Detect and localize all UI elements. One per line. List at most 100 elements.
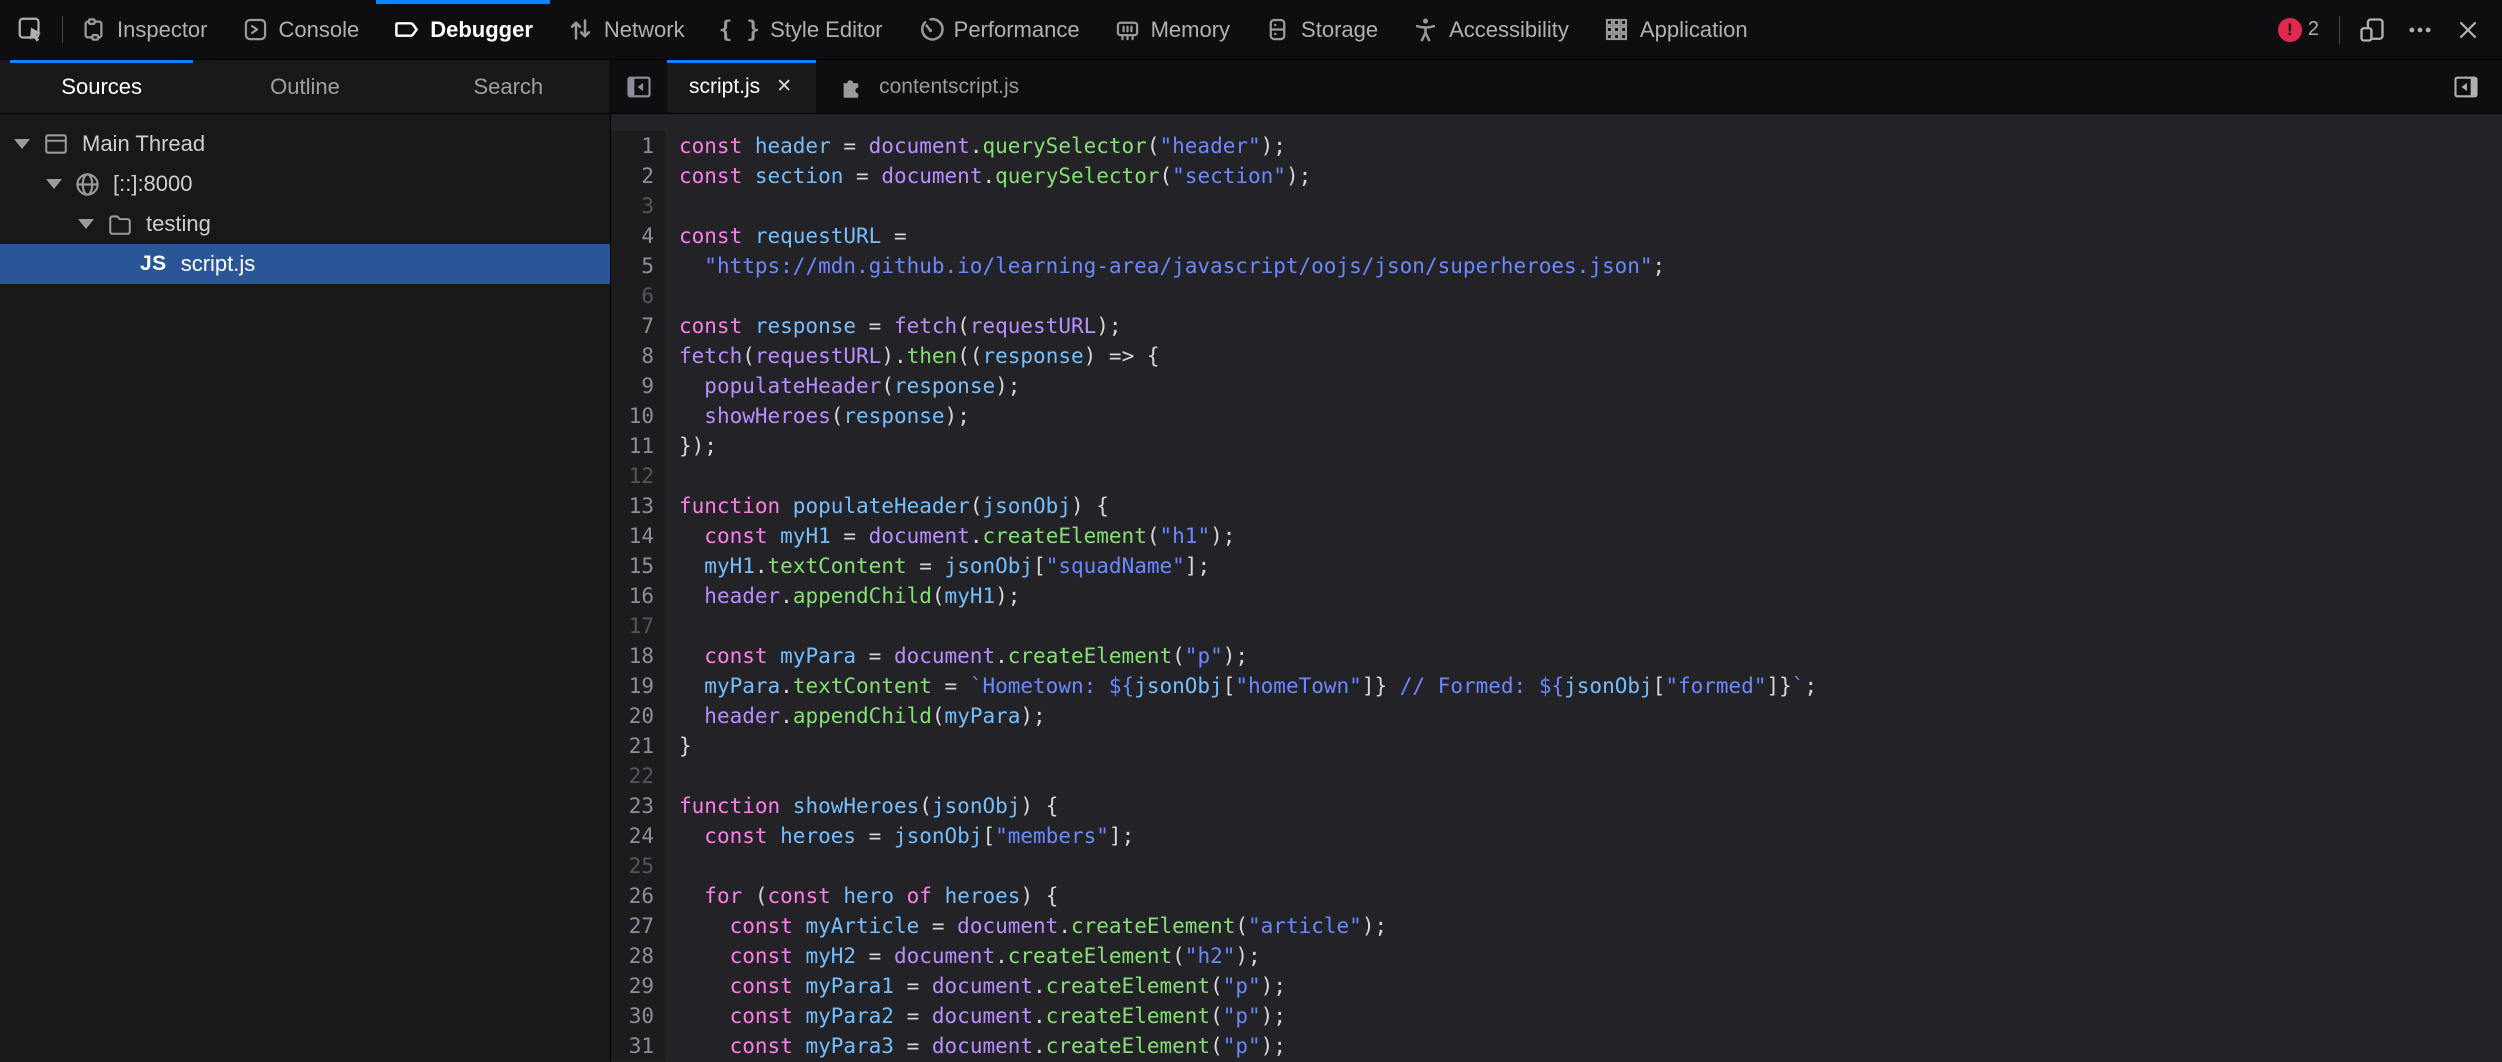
code-text[interactable]: for (const hero of heroes) {	[667, 881, 1058, 911]
code-text[interactable]: header.appendChild(myPara);	[667, 701, 1046, 731]
line-number[interactable]: 16	[611, 581, 667, 611]
line-number[interactable]: 31	[611, 1031, 667, 1061]
close-tab-icon[interactable]: ✕	[774, 73, 794, 100]
line-number[interactable]: 1	[611, 131, 667, 161]
chevron-down-icon[interactable]	[46, 179, 62, 189]
code-text[interactable]: const myPara2 = document.createElement("…	[667, 1001, 1286, 1031]
close-devtools-button[interactable]	[2444, 0, 2492, 60]
tab-search[interactable]: Search	[407, 60, 610, 113]
chevron-down-icon[interactable]	[78, 219, 94, 229]
code-text[interactable]	[667, 611, 679, 641]
code-text[interactable]	[667, 281, 679, 311]
code-text[interactable]	[667, 461, 679, 491]
line-number[interactable]: 19	[611, 671, 667, 701]
error-badge[interactable]: ! 2	[2266, 18, 2331, 42]
tab-accessibility[interactable]: Accessibility	[1395, 0, 1586, 59]
code-text[interactable]: const myPara1 = document.createElement("…	[667, 971, 1286, 1001]
code-text[interactable]	[667, 191, 679, 221]
code-text[interactable]: function showHeroes(jsonObj) {	[667, 791, 1058, 821]
pick-element-icon	[16, 15, 46, 45]
tab-console[interactable]: Console	[225, 0, 377, 59]
editor-tab-contentscript-js[interactable]: contentscript.js	[816, 60, 1041, 113]
line-number[interactable]: 22	[611, 761, 667, 791]
line-number[interactable]: 27	[611, 911, 667, 941]
tree-row-testing-folder[interactable]: testing	[0, 204, 610, 244]
line-number[interactable]: 4	[611, 221, 667, 251]
line-number[interactable]: 5	[611, 251, 667, 281]
code-text[interactable]: function populateHeader(jsonObj) {	[667, 491, 1109, 521]
line-number[interactable]: 17	[611, 611, 667, 641]
tree-row-host[interactable]: [::]:8000	[0, 164, 610, 204]
line-number[interactable]: 6	[611, 281, 667, 311]
code-text[interactable]: const requestURL =	[667, 221, 907, 251]
line-number[interactable]: 7	[611, 311, 667, 341]
tree-row-script-js[interactable]: JS script.js	[0, 244, 610, 284]
line-number[interactable]: 20	[611, 701, 667, 731]
inspector-icon	[80, 16, 107, 43]
line-number[interactable]: 28	[611, 941, 667, 971]
line-number[interactable]: 26	[611, 881, 667, 911]
line-number[interactable]: 30	[611, 1001, 667, 1031]
responsive-design-mode-button[interactable]	[2348, 0, 2396, 60]
code-text[interactable]: const header = document.querySelector("h…	[667, 131, 1286, 161]
tab-memory[interactable]: Memory	[1097, 0, 1247, 59]
collapse-right-pane-button[interactable]	[2442, 60, 2490, 114]
tab-inspector[interactable]: Inspector	[63, 0, 225, 59]
editor-tab-script-js[interactable]: script.js ✕	[667, 60, 816, 113]
code-text[interactable]: showHeroes(response);	[667, 401, 970, 431]
tab-performance[interactable]: Performance	[900, 0, 1097, 59]
code-text[interactable]	[667, 851, 679, 881]
line-number[interactable]: 23	[611, 791, 667, 821]
line-number[interactable]: 24	[611, 821, 667, 851]
code-text[interactable]: const heroes = jsonObj["members"];	[667, 821, 1134, 851]
meatball-menu-button[interactable]	[2396, 0, 2444, 60]
line-number[interactable]: 13	[611, 491, 667, 521]
tree-row-main-thread[interactable]: Main Thread	[0, 124, 610, 164]
meatball-menu-icon	[2407, 17, 2433, 43]
code-line: 20 header.appendChild(myPara);	[611, 701, 2502, 731]
line-number[interactable]: 9	[611, 371, 667, 401]
code-text[interactable]: const myPara3 = document.createElement("…	[667, 1031, 1286, 1061]
tab-style-editor[interactable]: { } Style Editor	[702, 0, 900, 59]
code-text[interactable]: "https://mdn.github.io/learning-area/jav…	[667, 251, 1665, 281]
line-number[interactable]: 25	[611, 851, 667, 881]
chevron-down-icon[interactable]	[14, 139, 30, 149]
performance-icon	[917, 16, 944, 43]
code-text[interactable]: const response = fetch(requestURL);	[667, 311, 1122, 341]
line-number[interactable]: 3	[611, 191, 667, 221]
tab-debugger[interactable]: Debugger	[376, 0, 550, 59]
line-number[interactable]: 29	[611, 971, 667, 1001]
tab-network[interactable]: Network	[550, 0, 702, 59]
code-text[interactable]: const myH1 = document.createElement("h1"…	[667, 521, 1235, 551]
tab-application[interactable]: Application	[1586, 0, 1765, 59]
line-number[interactable]: 21	[611, 731, 667, 761]
pick-element-button[interactable]	[0, 0, 62, 59]
line-number[interactable]: 8	[611, 341, 667, 371]
code-text[interactable]	[667, 761, 679, 791]
code-text[interactable]: }	[667, 731, 692, 761]
code-text[interactable]: populateHeader(response);	[667, 371, 1020, 401]
code-text[interactable]: const myPara = document.createElement("p…	[667, 641, 1248, 671]
code-text[interactable]: });	[667, 431, 717, 461]
line-number[interactable]: 12	[611, 461, 667, 491]
code-text[interactable]: fetch(requestURL).then((response) => {	[667, 341, 1160, 371]
code-text[interactable]: myPara.textContent = `Hometown: ${jsonOb…	[667, 671, 1817, 701]
tab-storage[interactable]: Storage	[1247, 0, 1395, 59]
tree-label: Main Thread	[82, 131, 205, 157]
code-text[interactable]: const myArticle = document.createElement…	[667, 911, 1387, 941]
line-number[interactable]: 15	[611, 551, 667, 581]
code-text[interactable]: header.appendChild(myH1);	[667, 581, 1020, 611]
code-text[interactable]: const myH2 = document.createElement("h2"…	[667, 941, 1261, 971]
line-number[interactable]: 14	[611, 521, 667, 551]
code-editor[interactable]: 1const header = document.querySelector("…	[611, 114, 2502, 1062]
code-text[interactable]: myH1.textContent = jsonObj["squadName"];	[667, 551, 1210, 581]
line-number[interactable]: 11	[611, 431, 667, 461]
line-number[interactable]: 18	[611, 641, 667, 671]
tab-sources[interactable]: Sources	[0, 60, 203, 113]
collapse-sources-pane-button[interactable]	[611, 60, 667, 113]
tab-outline[interactable]: Outline	[203, 60, 406, 113]
code-line: 11});	[611, 431, 2502, 461]
line-number[interactable]: 2	[611, 161, 667, 191]
code-text[interactable]: const section = document.querySelector("…	[667, 161, 1311, 191]
line-number[interactable]: 10	[611, 401, 667, 431]
